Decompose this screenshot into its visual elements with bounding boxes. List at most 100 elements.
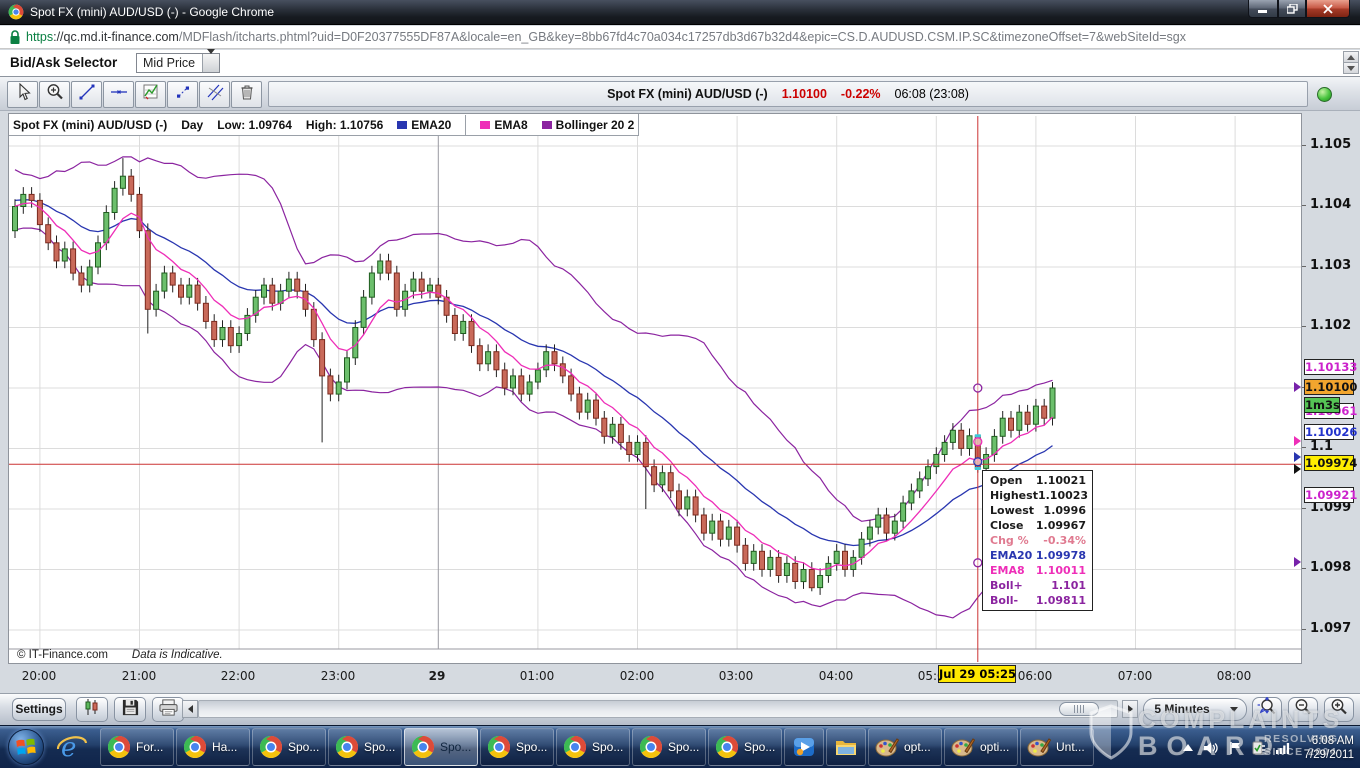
chart-copyright: © IT-Finance.comData is Indicative. [17, 649, 223, 661]
interval-value: 5 Minutes [1144, 699, 1220, 720]
url-bar[interactable]: https://qc.md.it-finance.com/MDFlash/itc… [0, 26, 1360, 49]
volume-icon[interactable] [1203, 741, 1219, 755]
scroll-down-icon[interactable] [1343, 62, 1359, 74]
taskbar-button-ha[interactable]: Ha... [176, 728, 250, 766]
hscroll-thumb[interactable] [1059, 702, 1099, 716]
time-tick-label: 02:00 [609, 669, 665, 683]
axis-value-box: 1.10026 [1304, 424, 1354, 440]
select-arrow-icon[interactable] [202, 54, 219, 72]
indicator-tool-button[interactable] [135, 81, 166, 108]
restore-button[interactable] [1278, 0, 1306, 18]
series-swatch-icon [397, 121, 407, 129]
legend-day-high: High: 1.10756 [306, 118, 383, 132]
taskbar-button-spo[interactable]: Spo... [708, 728, 782, 766]
chrome-icon [259, 735, 283, 759]
series-swatch-icon [542, 121, 552, 129]
interval-arrow-icon[interactable] [1230, 707, 1238, 712]
trendline-tool-button[interactable] [71, 81, 102, 108]
chrome-icon [563, 735, 587, 759]
delete-tool-button[interactable] [231, 81, 262, 108]
zoom-tool-button[interactable] [39, 81, 70, 108]
bollinger-upper-line [15, 157, 1053, 521]
time-tick-label: 07:00 [1107, 669, 1163, 683]
chart-style-icon [82, 697, 102, 722]
chrome-icon [639, 735, 663, 759]
legend-series-ema20: EMA20 [397, 118, 451, 132]
tooltip-row: EMA81.10011 [983, 563, 1092, 578]
price-tick-label: 1.1 [1310, 439, 1333, 454]
taskbar-button-spo[interactable]: Spo... [328, 728, 402, 766]
start-button[interactable] [8, 729, 44, 765]
axis-value-box: 1.09921 [1304, 487, 1354, 503]
print-button[interactable] [152, 697, 184, 722]
taskbar-button-spo[interactable]: Spo... [404, 728, 478, 766]
action-center-flag-icon[interactable] [1228, 741, 1242, 755]
safely-remove-icon[interactable] [1251, 741, 1266, 755]
chrome-icon [487, 735, 511, 759]
time-tick-label: 01:00 [509, 669, 565, 683]
padlock-icon [9, 30, 21, 50]
candle-tooltip: Open1.10021Highest1.10023Lowest1.0996Clo… [982, 470, 1093, 611]
bidask-select[interactable]: Mid Price [136, 53, 220, 73]
taskbar-button-opti[interactable]: opti... [944, 728, 1018, 766]
zoom-out-icon [1293, 697, 1313, 722]
taskbar-button-spo[interactable]: Spo... [556, 728, 630, 766]
taskbar-button-unt[interactable]: Unt... [1020, 728, 1094, 766]
segment-tool-button[interactable] [167, 81, 198, 108]
zoom-fit-icon [1256, 697, 1278, 722]
crosshair-marker [974, 384, 982, 392]
pointer-tool-button[interactable] [7, 81, 38, 108]
legend-day-low: Low: 1.09764 [217, 118, 292, 132]
trendline-tool-icon [77, 82, 97, 107]
close-button[interactable] [1306, 0, 1350, 18]
tray-expand-icon[interactable] [1182, 743, 1194, 753]
bollinger-lower-line [15, 228, 1053, 618]
paint-icon [951, 735, 975, 759]
taskbar-button-spo[interactable]: Spo... [632, 728, 706, 766]
taskbar-button-spo[interactable]: Spo... [252, 728, 326, 766]
taskbar-button-for[interactable]: For... [100, 728, 174, 766]
candlestick-series [13, 158, 1056, 595]
zoom-in-button[interactable] [1324, 697, 1354, 722]
taskbar-button-spo[interactable]: Spo... [480, 728, 554, 766]
selected-candle-mark [975, 434, 981, 437]
time-tick-label: 08:00 [1206, 669, 1262, 683]
chart-legend: Spot FX (mini) AUD/USD (-)DayLow: 1.0976… [9, 114, 639, 136]
hscroll-left-icon[interactable] [182, 700, 198, 718]
zoom-fit-button[interactable] [1252, 697, 1282, 722]
price-tick-label: 1.102 [1310, 318, 1351, 333]
chart-style-button[interactable] [76, 697, 108, 722]
horizontal-line-tool-button[interactable] [103, 81, 134, 108]
crosshair-marker [974, 438, 982, 446]
crosshair-marker [974, 559, 982, 567]
network-signal-icon[interactable] [1275, 741, 1291, 754]
parallel-lines-tool-button[interactable] [199, 81, 230, 108]
interval-dropdown[interactable]: 5 Minutes [1143, 698, 1247, 721]
chrome-favicon-icon [8, 4, 24, 25]
taskbar-clock[interactable]: 6:08 AM7/29/2011 [1304, 734, 1354, 762]
hscroll-right-icon[interactable] [1122, 700, 1138, 718]
taskbar-button-wmp[interactable] [784, 728, 824, 766]
hscroll-track[interactable] [198, 700, 1118, 718]
crosshair-date-box: Jul 29 05:25 [938, 665, 1016, 683]
selected-candle-mark [975, 467, 981, 470]
candlestick-chart[interactable] [9, 114, 1301, 663]
page-scrollbar[interactable] [1343, 51, 1359, 75]
url-text[interactable]: https://qc.md.it-finance.com/MDFlash/itc… [26, 30, 1186, 44]
taskbar-button-opt[interactable]: opt... [868, 728, 942, 766]
settings-button[interactable]: Settings [12, 698, 66, 721]
paint-icon [875, 735, 899, 759]
ema20-line [15, 200, 1053, 546]
price-tick-label: 1.104 [1310, 197, 1351, 212]
bidask-select-value: Mid Price [143, 56, 195, 70]
taskbar-button-folder[interactable] [826, 728, 866, 766]
save-button[interactable] [114, 697, 146, 722]
zoom-out-button[interactable] [1288, 697, 1318, 722]
minimize-button[interactable] [1248, 0, 1278, 18]
time-tick-label: 23:00 [310, 669, 366, 683]
taskbar-ie-button[interactable]: e [50, 728, 94, 766]
tooltip-row: Chg %-0.34% [983, 533, 1092, 548]
tooltip-row: EMA201.09978 [983, 548, 1092, 563]
chart-panel[interactable]: Spot FX (mini) AUD/USD (-)DayLow: 1.0976… [8, 113, 1302, 664]
price-tick-label: 1.103 [1310, 258, 1351, 273]
